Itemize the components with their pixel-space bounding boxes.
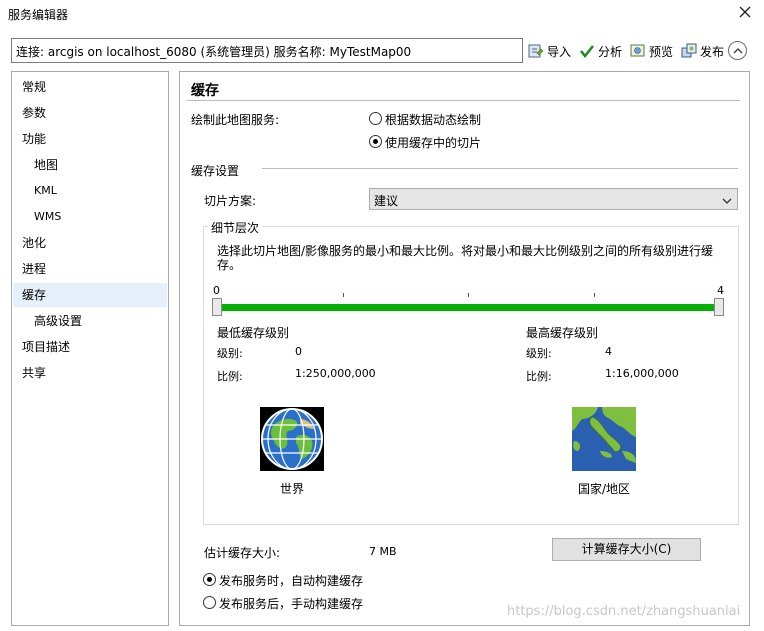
preview-icon <box>630 43 646 59</box>
sidebar-item-kml[interactable]: KML <box>13 179 167 203</box>
max-scale-label: 比例: <box>526 370 552 383</box>
connection-field: 连接: arcgis on localhost_6080 (系统管理员) 服务名… <box>11 38 523 63</box>
estimate-size-label: 估计缓存大小: <box>204 546 281 560</box>
lod-description: 选择此切片地图/影像服务的最小和最大比例。将对最小和最大比例级别之间的所有级别进… <box>217 244 714 272</box>
publish-icon <box>681 43 697 59</box>
sidebar-item-wms[interactable]: WMS <box>13 205 167 229</box>
sidebar-item-parameters[interactable]: 参数 <box>13 101 167 125</box>
sidebar-item-processes[interactable]: 进程 <box>13 257 167 281</box>
cache-settings-label: 缓存设置 <box>191 164 240 178</box>
radio-build-manual[interactable] <box>203 596 216 609</box>
analyze-label: 分析 <box>598 44 623 59</box>
min-scale-value: 1:250,000,000 <box>295 367 376 380</box>
country-map-icon <box>572 407 636 471</box>
max-level-label: 级别: <box>526 347 552 360</box>
min-scale-label: 比例: <box>217 370 243 383</box>
tiling-scheme-select[interactable]: 建议 <box>369 188 738 210</box>
close-icon[interactable] <box>737 4 753 20</box>
slider-max-tick-label: 4 <box>717 284 724 297</box>
slider-tick <box>468 293 469 297</box>
tiling-scheme-value: 建议 <box>374 194 399 208</box>
chevron-down-icon <box>722 194 732 208</box>
max-level-value: 4 <box>605 345 612 358</box>
calculate-cache-size-button[interactable]: 计算缓存大小(C) <box>552 538 701 561</box>
sidebar-item-pooling[interactable]: 池化 <box>13 231 167 255</box>
lod-group-title: 细节层次 <box>208 219 263 236</box>
min-level-title: 最低缓存级别 <box>217 326 290 340</box>
min-level-label: 级别: <box>217 347 243 360</box>
import-icon <box>528 43 544 59</box>
window-title: 服务编辑器 <box>8 8 69 22</box>
page-title: 缓存 <box>191 83 219 99</box>
max-level-title: 最高缓存级别 <box>526 326 599 340</box>
radio-build-manual-label[interactable]: 发布服务后，手动构建缓存 <box>219 595 363 612</box>
sidebar-item-general[interactable]: 常规 <box>13 75 167 99</box>
preview-label: 预览 <box>649 44 674 59</box>
sidebar-item-sharing[interactable]: 共享 <box>13 361 167 385</box>
country-caption: 国家/地区 <box>578 482 631 496</box>
radio-dynamic-label[interactable]: 根据数据动态绘制 <box>385 111 481 128</box>
min-level-handle[interactable] <box>212 298 222 316</box>
slider-tick <box>594 293 595 297</box>
slider-tick <box>343 293 344 297</box>
import-label: 导入 <box>547 44 572 59</box>
draw-service-label: 绘制此地图服务: <box>191 113 280 127</box>
radio-build-auto[interactable] <box>203 573 216 586</box>
collapse-button[interactable] <box>728 41 747 60</box>
sidebar-item-caching[interactable]: 缓存 <box>13 283 167 307</box>
world-caption: 世界 <box>280 482 305 496</box>
cache-range-bar <box>222 304 714 311</box>
sidebar-item-item-description[interactable]: 项目描述 <box>13 335 167 359</box>
preview-button[interactable]: 预览 <box>630 41 673 61</box>
chevron-up-icon <box>733 44 743 58</box>
radio-cache-label[interactable]: 使用缓存中的切片 <box>385 134 481 151</box>
checkmark-icon <box>579 43 595 59</box>
import-button[interactable]: 导入 <box>528 41 571 61</box>
radio-dynamic[interactable] <box>369 112 382 125</box>
world-globe-icon <box>260 407 324 471</box>
publish-label: 发布 <box>700 44 725 59</box>
estimate-size-value: 7 MB <box>369 545 397 558</box>
analyze-button[interactable]: 分析 <box>579 41 622 61</box>
sidebar-item-capabilities[interactable]: 功能 <box>13 127 167 151</box>
radio-build-auto-label[interactable]: 发布服务时，自动构建缓存 <box>219 572 363 589</box>
sidebar-item-advanced-settings[interactable]: 高级设置 <box>13 309 167 333</box>
cache-settings-divider <box>262 168 738 169</box>
min-level-value: 0 <box>295 345 302 358</box>
watermark: https://blog.csdn.net/zhangshuanlai <box>507 604 741 619</box>
radio-cache[interactable] <box>369 135 382 148</box>
tiling-scheme-label: 切片方案: <box>204 194 257 208</box>
sidebar-item-map[interactable]: 地图 <box>13 153 167 177</box>
max-level-handle[interactable] <box>714 298 724 316</box>
max-scale-value: 1:16,000,000 <box>605 367 679 380</box>
publish-button[interactable]: 发布 <box>681 41 724 61</box>
sidebar: 常规 参数 功能 地图 KML WMS 池化 进程 缓存 高级设置 项目描述 共… <box>11 71 169 626</box>
slider-min-tick-label: 0 <box>213 284 220 297</box>
heading-divider <box>187 100 740 101</box>
